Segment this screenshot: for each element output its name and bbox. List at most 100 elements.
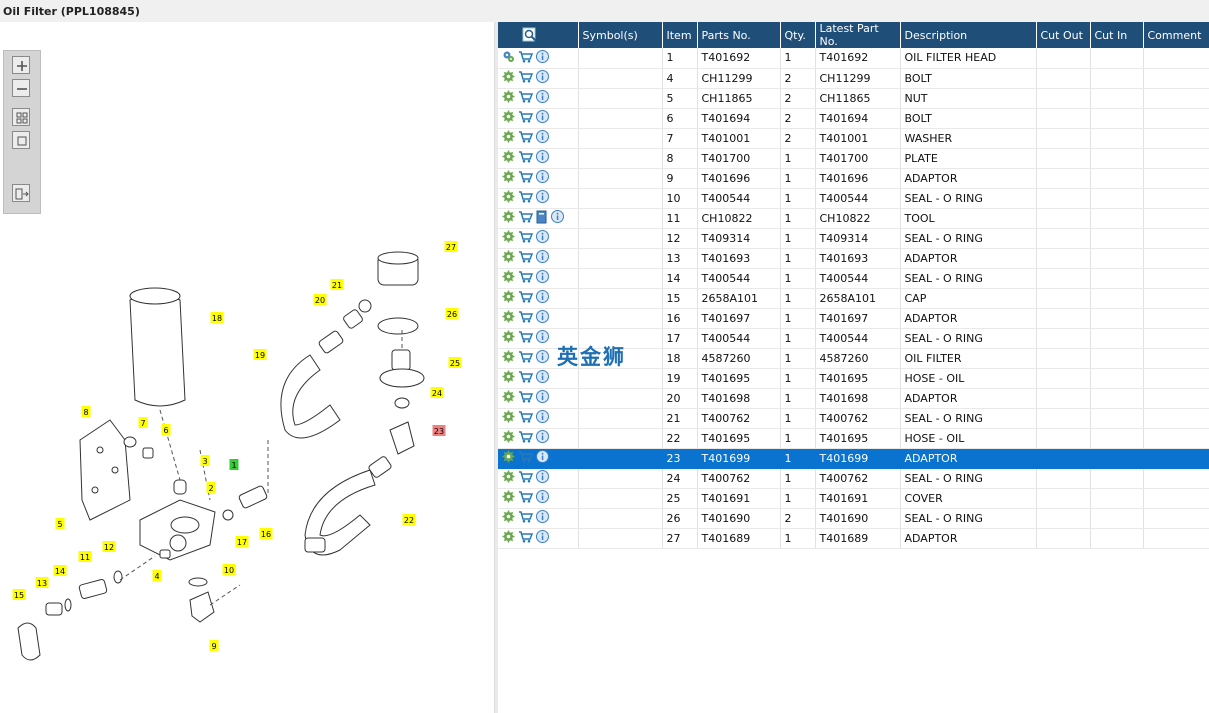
- callout-23[interactable]: 23: [432, 425, 446, 436]
- info-icon[interactable]: [536, 150, 549, 166]
- info-icon[interactable]: [536, 270, 549, 286]
- info-icon[interactable]: [536, 430, 549, 446]
- cart-icon[interactable]: [518, 390, 534, 406]
- cart-icon[interactable]: [518, 150, 534, 166]
- info-icon[interactable]: [536, 90, 549, 106]
- cart-icon[interactable]: [518, 50, 534, 66]
- table-row[interactable]: 19 T401695 1 T401695 HOSE - OIL: [498, 368, 1209, 389]
- callout-14[interactable]: 14: [53, 565, 67, 576]
- column-header-symbols[interactable]: Symbol(s): [578, 22, 663, 48]
- callout-26[interactable]: 26: [445, 308, 459, 319]
- callout-5[interactable]: 5: [55, 518, 65, 529]
- callout-8[interactable]: 8: [81, 406, 91, 417]
- callout-6[interactable]: 6: [161, 424, 171, 435]
- callout-21[interactable]: 21: [330, 279, 344, 290]
- callout-24[interactable]: 24: [430, 387, 444, 398]
- callout-25[interactable]: 25: [448, 357, 462, 368]
- info-icon[interactable]: [536, 170, 549, 186]
- export-button[interactable]: [12, 184, 30, 202]
- table-row[interactable]: 10 T400544 1 T400544 SEAL - O RING: [498, 188, 1209, 209]
- fit-all-button[interactable]: [12, 108, 30, 126]
- callout-22[interactable]: 22: [402, 514, 416, 525]
- table-row[interactable]: 4 CH11299 2 CH11299 BOLT: [498, 68, 1209, 89]
- cart-icon[interactable]: [518, 170, 534, 186]
- column-header-qty[interactable]: Qty.: [780, 22, 816, 48]
- callout-10[interactable]: 10: [222, 564, 236, 575]
- callout-19[interactable]: 19: [253, 349, 267, 360]
- cart-icon[interactable]: [518, 70, 534, 86]
- info-icon[interactable]: [536, 330, 549, 346]
- callout-17[interactable]: 17: [235, 536, 249, 547]
- column-header-description[interactable]: Description: [900, 22, 1037, 48]
- callout-16[interactable]: 16: [259, 528, 273, 539]
- cart-icon[interactable]: [518, 470, 534, 486]
- table-row[interactable]: 26 T401690 2 T401690 SEAL - O RING: [498, 508, 1209, 529]
- cart-icon[interactable]: [518, 350, 534, 366]
- info-icon[interactable]: [536, 190, 549, 206]
- table-row[interactable]: 9 T401696 1 T401696 ADAPTOR: [498, 168, 1209, 189]
- table-row[interactable]: 1 T401692 1 T401692 OIL FILTER HEAD: [498, 48, 1209, 69]
- callout-15[interactable]: 15: [12, 589, 26, 600]
- info-icon[interactable]: [536, 310, 549, 326]
- zoom-out-button[interactable]: [12, 79, 30, 97]
- cart-icon[interactable]: [518, 290, 534, 306]
- table-row[interactable]: 25 T401691 1 T401691 COVER: [498, 488, 1209, 509]
- info-icon[interactable]: [536, 350, 549, 366]
- cart-icon[interactable]: [518, 250, 534, 266]
- info-icon[interactable]: [536, 130, 549, 146]
- column-header-search[interactable]: [498, 22, 579, 48]
- table-row[interactable]: 12 T409314 1 T409314 SEAL - O RING: [498, 228, 1209, 249]
- table-row[interactable]: 23 T401699 1 T401699 ADAPTOR: [498, 448, 1209, 469]
- table-row[interactable]: 20 T401698 1 T401698 ADAPTOR: [498, 388, 1209, 409]
- info-icon[interactable]: [536, 450, 549, 466]
- cart-icon[interactable]: [518, 90, 534, 106]
- table-row[interactable]: 6 T401694 2 T401694 BOLT: [498, 108, 1209, 129]
- column-header-cut-out[interactable]: Cut Out: [1036, 22, 1091, 48]
- info-icon[interactable]: [536, 230, 549, 246]
- cart-icon[interactable]: [518, 310, 534, 326]
- table-row[interactable]: 11 CH10822 1 CH10822 TOOL: [498, 208, 1209, 229]
- info-icon[interactable]: [536, 390, 549, 406]
- callout-20[interactable]: 20: [313, 294, 327, 305]
- cart-icon[interactable]: [518, 210, 534, 226]
- column-header-cut-in[interactable]: Cut In: [1090, 22, 1144, 48]
- callout-4[interactable]: 4: [152, 570, 162, 581]
- cart-icon[interactable]: [518, 370, 534, 386]
- info-icon[interactable]: [536, 70, 549, 86]
- callout-7[interactable]: 7: [138, 417, 148, 428]
- table-row[interactable]: 14 T400544 1 T400544 SEAL - O RING: [498, 268, 1209, 289]
- callout-11[interactable]: 11: [78, 551, 92, 562]
- exploded-diagram[interactable]: 1234567891011121314151617181920212223242…: [0, 22, 494, 713]
- info-icon[interactable]: [536, 490, 549, 506]
- table-row[interactable]: 7 T401001 2 T401001 WASHER: [498, 128, 1209, 149]
- cart-icon[interactable]: [518, 230, 534, 246]
- callout-3[interactable]: 3: [200, 455, 210, 466]
- table-row[interactable]: 27 T401689 1 T401689 ADAPTOR: [498, 528, 1209, 549]
- info-icon[interactable]: [536, 530, 549, 546]
- info-icon[interactable]: [536, 49, 549, 66]
- table-row[interactable]: 22 T401695 1 T401695 HOSE - OIL: [498, 428, 1209, 449]
- info-icon[interactable]: [536, 290, 549, 306]
- info-icon[interactable]: [536, 250, 549, 266]
- column-header-latest-part-no[interactable]: Latest Part No.: [815, 22, 901, 48]
- cart-icon[interactable]: [518, 270, 534, 286]
- diagram-pane[interactable]: 1 2 3 4 5 6 7 8 9 10 11 12 13 14 15 16 17 18 19 20 21 22 23 24 2…: [0, 22, 494, 713]
- cart-icon[interactable]: [518, 190, 534, 206]
- column-header-item[interactable]: Item: [662, 22, 698, 48]
- cart-icon[interactable]: [518, 110, 534, 126]
- info-icon[interactable]: [551, 210, 564, 226]
- table-row[interactable]: 8 T401700 1 T401700 PLATE: [498, 148, 1209, 169]
- table-row[interactable]: 13 T401693 1 T401693 ADAPTOR: [498, 248, 1209, 269]
- cart-icon[interactable]: [518, 130, 534, 146]
- info-icon[interactable]: [536, 410, 549, 426]
- callout-27[interactable]: 27: [444, 241, 458, 252]
- cart-icon[interactable]: [518, 510, 534, 526]
- callout-2[interactable]: 2: [206, 482, 216, 493]
- callout-9[interactable]: 9: [209, 640, 219, 651]
- table-row[interactable]: 15 2658A101 1 2658A101 CAP: [498, 288, 1209, 309]
- cart-icon[interactable]: [518, 490, 534, 506]
- table-row[interactable]: 24 T400762 1 T400762 SEAL - O RING: [498, 468, 1209, 489]
- cart-icon[interactable]: [518, 430, 534, 446]
- table-row[interactable]: 5 CH11865 2 CH11865 NUT: [498, 88, 1209, 109]
- table-row[interactable]: 16 T401697 1 T401697 ADAPTOR: [498, 308, 1209, 329]
